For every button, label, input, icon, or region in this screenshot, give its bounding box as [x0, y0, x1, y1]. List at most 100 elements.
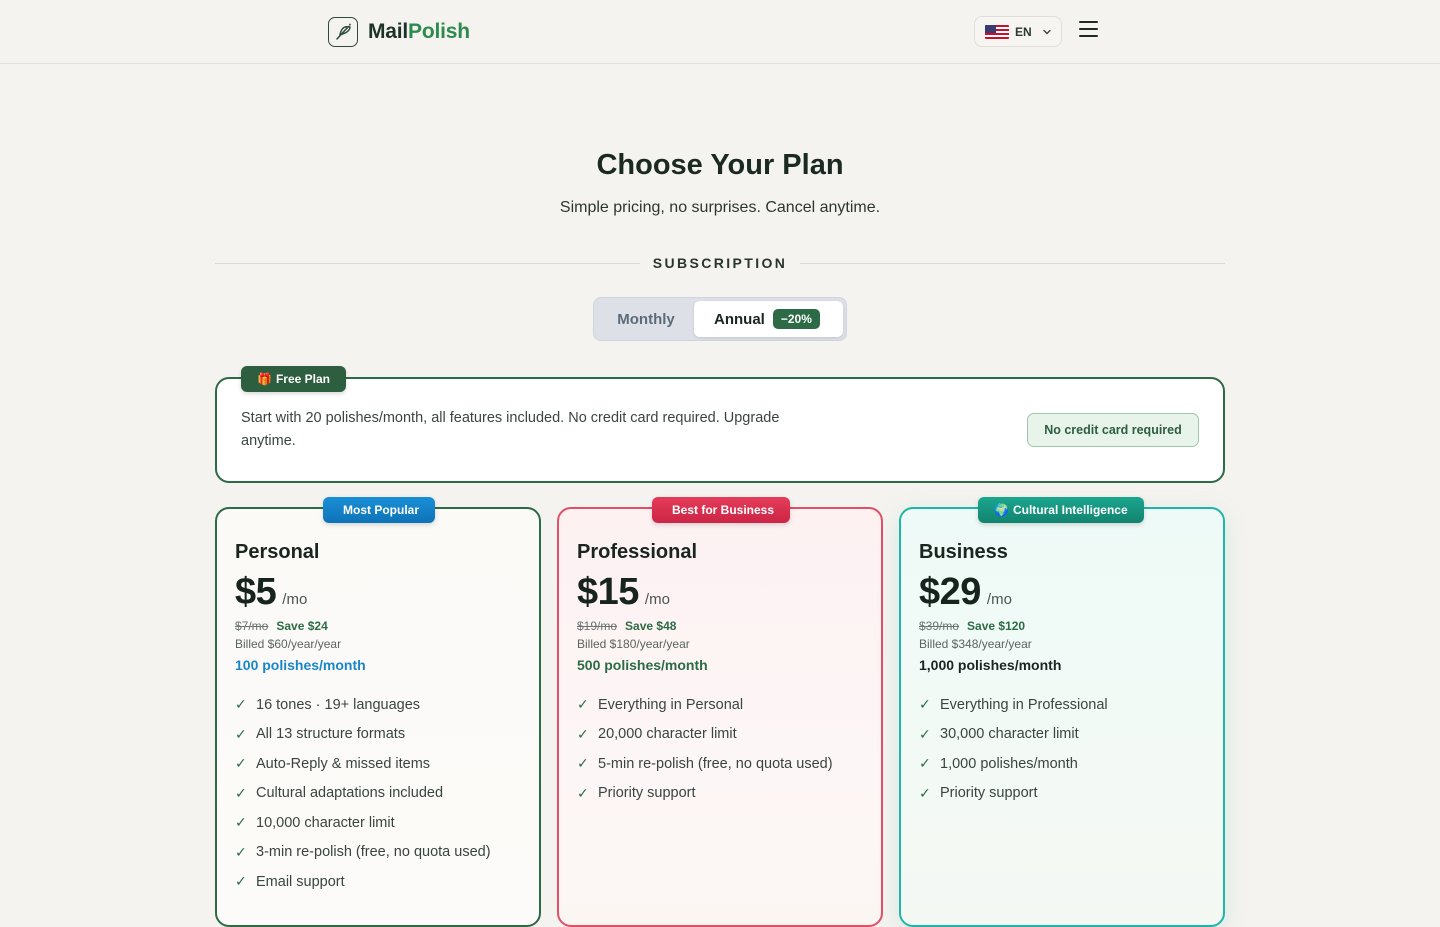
savings-row: $7/mo Save $24	[235, 619, 521, 633]
feature-item: ✓ All 13 structure formats	[235, 720, 521, 750]
feature-item: ✓ Email support	[235, 867, 521, 897]
feature-text: 16 tones · 19+ languages	[256, 696, 421, 713]
price-period: /mo	[282, 591, 308, 608]
feature-text: Cultural adaptations included	[256, 785, 444, 802]
section-divider: SUBSCRIPTION	[215, 254, 1225, 274]
language-selector[interactable]: EN	[974, 16, 1062, 47]
feature-text: Priority support	[598, 785, 696, 802]
billing-note: Billed $60/year/year	[235, 637, 342, 651]
feature-item: ✓ 3-min re-polish (free, no quota used)	[235, 838, 521, 868]
price-period: /mo	[986, 591, 1012, 608]
plan-badge: Best for Business	[652, 497, 791, 523]
savings-row: $19/mo Save $48	[577, 619, 863, 633]
checkmark-icon: ✓	[577, 725, 589, 742]
brand-name-part1: Mail	[368, 20, 409, 43]
checkmark-icon: ✓	[919, 725, 931, 742]
page-subtitle: Simple pricing, no surprises. Cancel any…	[559, 199, 881, 216]
plan-badge: Most Popular	[323, 497, 436, 523]
plan-badge-label: Best for Business	[672, 503, 775, 517]
original-price: $7/mo	[235, 619, 269, 633]
checkmark-icon: ✓	[235, 696, 247, 713]
feature-item: ✓ Priority support	[919, 779, 1205, 809]
feature-item: ✓ Priority support	[577, 779, 863, 809]
free-plan-badge: 🎁 Free Plan	[241, 366, 346, 392]
us-flag-icon	[985, 24, 1009, 39]
feature-item: ✓ Everything in Personal	[577, 690, 863, 720]
billing-note: Billed $348/year/year	[919, 637, 1032, 651]
feature-item: ✓ 30,000 character limit	[919, 720, 1205, 750]
plan-card-business: 🌍 Cultural Intelligence Business $29 /mo…	[899, 497, 1225, 927]
feature-text: 3-min re-polish (free, no quota used)	[256, 844, 491, 861]
brand-name-part2: Polish	[408, 20, 470, 43]
plan-name: Personal	[235, 541, 320, 563]
savings-amount: Save $120	[967, 619, 1026, 633]
savings-amount: Save $24	[276, 619, 328, 633]
feature-text: All 13 structure formats	[256, 726, 406, 743]
savings-row: $39/mo Save $120	[919, 619, 1205, 633]
checkmark-icon: ✓	[919, 696, 931, 713]
original-price: $39/mo	[919, 619, 960, 633]
gift-icon: 🎁	[257, 372, 272, 386]
billing-period-toggle: Monthly Annual −20%	[593, 297, 847, 341]
plan-badge-label: Most Popular	[343, 503, 420, 517]
price-row: $5 /mo	[235, 571, 521, 615]
billing-note: Billed $180/year/year	[577, 637, 690, 651]
feature-text: Everything in Personal	[598, 696, 744, 713]
language-code: EN	[1015, 24, 1032, 39]
annual-label: Annual	[714, 310, 765, 328]
feature-text: 1,000 polishes/month	[940, 755, 1078, 772]
plan-quota: 500 polishes/month	[577, 657, 708, 673]
price-row: $15 /mo	[577, 571, 863, 615]
checkmark-icon: ✓	[235, 725, 247, 742]
brand-name: MailPolish	[368, 20, 470, 44]
discount-badge: −20%	[772, 309, 820, 329]
no-credit-card-badge: No credit card required	[1027, 413, 1199, 447]
plan-name: Business	[919, 541, 1008, 563]
feature-item: ✓ 1,000 polishes/month	[919, 749, 1205, 779]
checkmark-icon: ✓	[235, 873, 247, 890]
monthly-option[interactable]: Monthly	[598, 302, 694, 336]
price-row: $29 /mo	[919, 571, 1205, 615]
feature-list: ✓ Everything in Professional ✓ 30,000 char…	[919, 690, 1205, 808]
feature-item: ✓ 5-min re-polish (free, no quota used)	[577, 749, 863, 779]
plan-quota: 100 polishes/month	[235, 657, 366, 673]
plan-badge: 🌍 Cultural Intelligence	[978, 497, 1144, 523]
checkmark-icon: ✓	[235, 814, 247, 831]
plan-quota: 1,000 polishes/month	[919, 657, 1062, 673]
annual-option[interactable]: Annual −20%	[694, 301, 843, 337]
globe-icon: 🌍	[994, 503, 1009, 517]
feature-item: ✓ 10,000 character limit	[235, 808, 521, 838]
feature-text: Priority support	[940, 785, 1038, 802]
plan-badge-label: Cultural Intelligence	[1012, 503, 1128, 517]
checkmark-icon: ✓	[235, 784, 247, 801]
feature-text: 20,000 character limit	[598, 726, 737, 743]
plan-price: $5	[235, 571, 277, 613]
free-plan-description: Start with 20 polishes/month, all featur…	[241, 410, 780, 449]
hamburger-menu-icon[interactable]	[1079, 21, 1101, 41]
feature-text: 10,000 character limit	[256, 814, 395, 831]
feature-item: ✓ Cultural adaptations included	[235, 779, 521, 809]
feature-text: 30,000 character limit	[940, 726, 1079, 743]
feature-item: ✓ Auto-Reply & missed items	[235, 749, 521, 779]
feature-text: Everything in Professional	[940, 696, 1108, 713]
free-plan-badge-label: Free Plan	[275, 372, 330, 386]
checkmark-icon: ✓	[919, 784, 931, 801]
plan-price: $29	[919, 571, 981, 613]
divider-line-right	[800, 263, 1225, 264]
feature-text: 5-min re-polish (free, no quota used)	[598, 755, 833, 772]
feature-item: ✓ 16 tones · 19+ languages	[235, 690, 521, 720]
plan-card-personal: Most Popular Personal $5 /mo $7/mo Save …	[215, 497, 541, 927]
checkmark-icon: ✓	[235, 755, 247, 772]
feature-list: ✓ 16 tones · 19+ languages ✓ All 13 struct…	[235, 690, 521, 897]
feature-item: ✓ Everything in Professional	[919, 690, 1205, 720]
checkmark-icon: ✓	[577, 784, 589, 801]
checkmark-icon: ✓	[577, 696, 589, 713]
feature-text: Auto-Reply & missed items	[256, 755, 431, 772]
checkmark-icon: ✓	[235, 843, 247, 860]
feature-text: Email support	[256, 873, 345, 890]
brand-link[interactable]: MailPolish	[328, 16, 470, 48]
plan-price: $15	[577, 571, 639, 613]
plan-name: Professional	[577, 541, 698, 563]
top-navigation-bar: MailPolish EN	[0, 0, 1440, 64]
chevron-down-icon	[1042, 29, 1051, 34]
